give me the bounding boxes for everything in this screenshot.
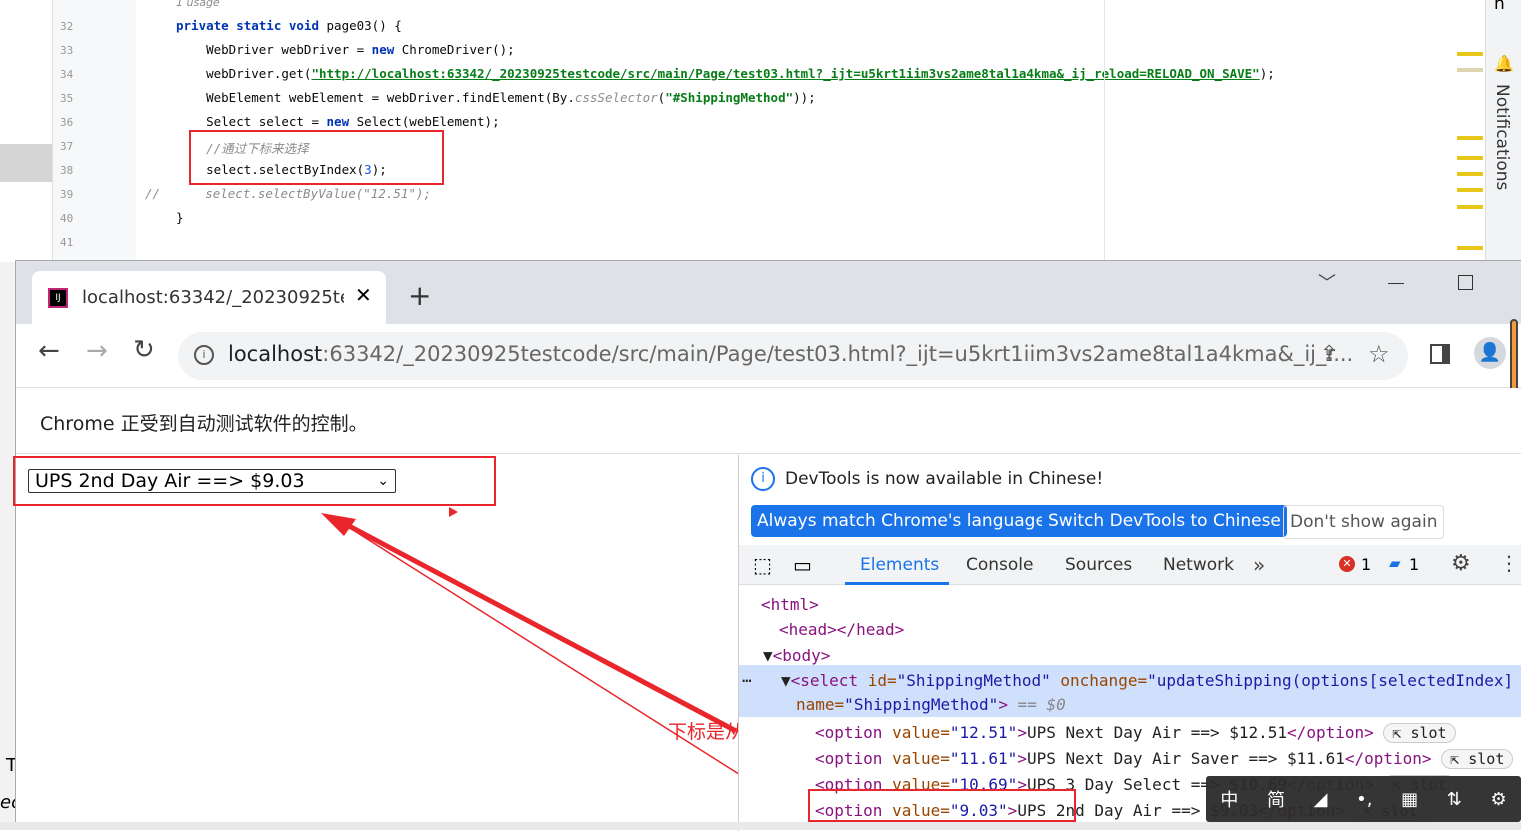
- tab-console[interactable]: Console: [966, 555, 1034, 575]
- line-number: 40: [60, 212, 74, 225]
- line-number: 39: [60, 188, 74, 201]
- ime-button[interactable]: ▦: [1401, 789, 1418, 810]
- ide-editor: 1 usage 32 private static void page03() {…: [0, 0, 1521, 262]
- ide-right-toolbar: n 🔔 Notifications: [1485, 0, 1521, 262]
- dom-select-selected[interactable]: … ▼<select id="ShippingMethod" onchange=…: [739, 665, 1521, 717]
- scrollbar[interactable]: [1510, 319, 1518, 393]
- tab-network[interactable]: Network: [1163, 555, 1234, 575]
- message-icon[interactable]: ▰: [1389, 554, 1401, 572]
- line-number: 41: [60, 236, 74, 249]
- code-line[interactable]: Select select = new Select(webElement);: [176, 114, 500, 129]
- code-line[interactable]: WebDriver webDriver = new ChromeDriver()…: [176, 42, 515, 57]
- code-line[interactable]: }: [176, 210, 184, 225]
- ime-button[interactable]: ◢: [1314, 789, 1328, 810]
- dom-option[interactable]: <option value="11.61">UPS Next Day Air S…: [815, 749, 1514, 769]
- code-line[interactable]: WebElement webElement = webDriver.findEl…: [176, 90, 816, 105]
- option-highlight-box: [808, 789, 1076, 822]
- code-line[interactable]: // select.selectByValue("12.51");: [145, 186, 431, 201]
- line-number: 35: [60, 92, 74, 105]
- line-number: 33: [60, 44, 74, 57]
- line-number: 32: [60, 20, 74, 33]
- dom-body[interactable]: ▼<body>: [763, 646, 830, 665]
- error-count: 1: [1361, 555, 1372, 574]
- ime-button[interactable]: 简: [1267, 786, 1285, 812]
- line-number: 37: [60, 140, 74, 153]
- code-line[interactable]: webDriver.get("http://localhost:63342/_2…: [176, 66, 1282, 81]
- code-line[interactable]: private static void page03() {: [176, 18, 402, 33]
- usage-hint: 1 usage: [176, 0, 220, 9]
- line-number: 38: [60, 164, 74, 177]
- maximize-icon[interactable]: [1458, 275, 1473, 290]
- settings-gear-icon[interactable]: ⚙: [1451, 551, 1471, 576]
- error-icon[interactable]: ✕: [1339, 556, 1355, 572]
- slot-badge[interactable]: ⇱ slot: [1383, 723, 1456, 743]
- more-options-icon[interactable]: ⋮: [1499, 551, 1519, 575]
- ime-button[interactable]: ⇅: [1447, 789, 1462, 810]
- ime-button[interactable]: ⚙: [1490, 789, 1506, 810]
- profile-avatar[interactable]: 👤: [1474, 337, 1506, 369]
- inspect-element-icon[interactable]: ⬚: [753, 553, 772, 577]
- dom-option[interactable]: <option value="12.51">UPS Next Day Air =…: [815, 723, 1456, 743]
- bookmark-star-icon[interactable]: ☆: [1368, 340, 1390, 368]
- right-margin-guide: [1104, 0, 1105, 262]
- info-icon: i: [751, 467, 775, 491]
- annotation-arrows: [321, 513, 792, 808]
- line-number: 36: [60, 116, 74, 129]
- notifications-tab[interactable]: Notifications: [1492, 84, 1512, 190]
- chrome-window: IJ localhost:63342/_20230925test ✕ + ﹀ ←…: [13, 260, 1521, 831]
- bell-icon[interactable]: 🔔: [1494, 54, 1514, 73]
- ime-button[interactable]: •,: [1356, 789, 1372, 810]
- device-toolbar-icon[interactable]: ▭: [793, 553, 812, 577]
- dom-head[interactable]: <head></head>: [779, 620, 904, 639]
- message-count: 1: [1409, 555, 1420, 574]
- left-panel-highlight: [0, 144, 52, 182]
- share-icon[interactable]: ⇪: [1320, 342, 1338, 367]
- ide-left-strip: T ec: [0, 262, 21, 830]
- code-highlight-box: [189, 130, 444, 185]
- tab-search-chevron-icon[interactable]: ﹀: [1318, 269, 1336, 295]
- dom-html[interactable]: <html>: [761, 595, 819, 614]
- side-panel-icon[interactable]: [1430, 344, 1450, 364]
- minimize-icon[interactable]: [1388, 283, 1404, 284]
- switch-to-chinese-button[interactable]: Switch DevTools to Chinese: [1042, 505, 1287, 537]
- more-tabs-icon[interactable]: »: [1253, 553, 1265, 577]
- devtools-panel: i DevTools is now available in Chinese! …: [738, 455, 1521, 831]
- devtools-tabbar: ⬚ ▭ Elements Console Sources Network » ✕…: [739, 545, 1521, 585]
- ime-button[interactable]: 中: [1220, 786, 1238, 812]
- always-match-language-button[interactable]: Always match Chrome's language: [751, 505, 1052, 537]
- dont-show-again-button[interactable]: Don't show again: [1283, 505, 1445, 539]
- tab-sources[interactable]: Sources: [1065, 555, 1132, 575]
- slot-badge[interactable]: ⇱ slot: [1441, 749, 1514, 769]
- line-number: 34: [60, 68, 74, 81]
- ime-toolbar: 中 简 ◢ •, ▦ ⇅ ⚙: [1206, 776, 1521, 822]
- tab-elements[interactable]: Elements: [860, 555, 939, 575]
